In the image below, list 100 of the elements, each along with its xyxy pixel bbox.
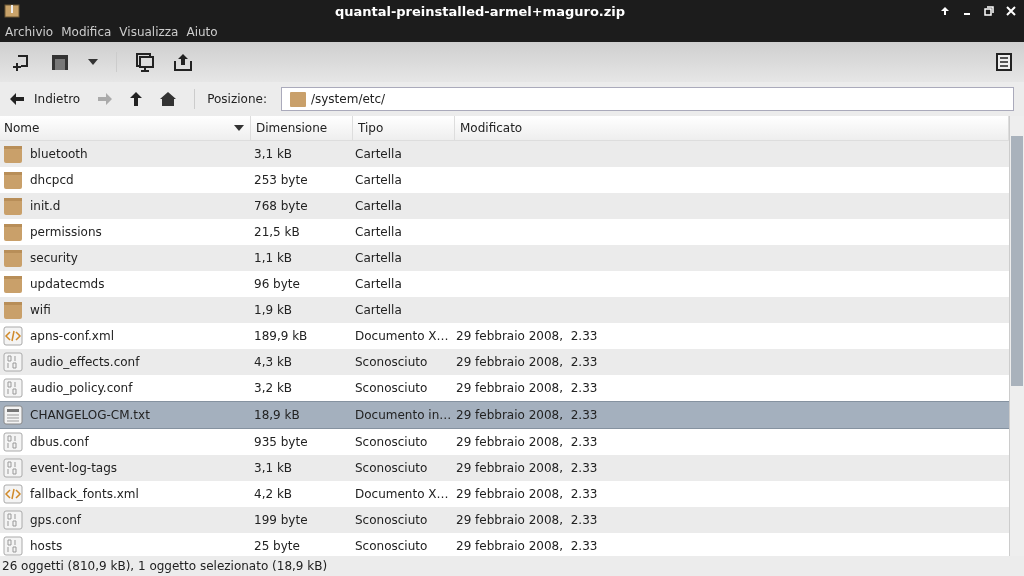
binary-file-icon (3, 458, 23, 478)
file-date: 29 febbraio 2008, 2.33 (456, 329, 598, 343)
xml-file-icon (3, 484, 23, 504)
file-row[interactable]: CHANGELOG-CM.txt 18,9 kB Documento in… 29 febbraio 2008, 2.33 (0, 401, 1009, 429)
file-name: audio_policy.conf (30, 381, 133, 395)
file-size: 935 byte (254, 435, 308, 449)
file-size: 253 byte (254, 173, 308, 187)
menu-item[interactable]: Modifica (61, 25, 112, 39)
file-name: updatecmds (30, 277, 105, 291)
file-date: 29 febbraio 2008, 2.33 (456, 513, 598, 527)
file-size: 25 byte (254, 539, 300, 553)
folder-icon (3, 196, 23, 216)
folder-icon (3, 248, 23, 268)
file-size: 3,2 kB (254, 381, 293, 395)
menu-item[interactable]: Archivio (5, 25, 54, 39)
menu-item[interactable]: Aiuto (186, 25, 218, 39)
sort-icon (234, 125, 244, 131)
file-size: 96 byte (254, 277, 300, 291)
folder-icon (3, 300, 23, 320)
file-type: Documento in… (355, 408, 451, 422)
file-date: 29 febbraio 2008, 2.33 (456, 381, 598, 395)
file-type: Cartella (355, 251, 402, 265)
file-name: event-log-tags (30, 461, 118, 475)
file-name: dhcpcd (30, 173, 74, 187)
status-text: 26 oggetti (810,9 kB), 1 oggetto selezionato (18,9 kB) (2, 559, 328, 573)
file-name: hosts (30, 539, 63, 553)
file-type: Documento X… (355, 487, 449, 501)
folder-icon (3, 170, 23, 190)
file-row[interactable]: gps.conf 199 byte Sconosciuto 29 febbraio 2008, 2.33 (0, 507, 1009, 533)
list-view-icon[interactable] (996, 53, 1012, 71)
file-size: 18,9 kB (254, 408, 300, 422)
folder-icon (3, 222, 23, 242)
folder-icon (3, 144, 23, 164)
file-size: 199 byte (254, 513, 308, 527)
file-size: 4,3 kB (254, 355, 293, 369)
column-header[interactable]: Dimensione (251, 116, 353, 140)
arrow-up-icon[interactable] (940, 6, 950, 16)
file-type: Sconosciuto (355, 381, 428, 395)
file-size: 3,1 kB (254, 147, 293, 161)
file-type: Cartella (355, 225, 402, 239)
file-row[interactable]: event-log-tags 3,1 kB Sconosciuto 29 febbraio 2008, 2.33 (0, 455, 1009, 481)
file-row[interactable]: audio_effects.conf 4,3 kB Sconosciuto 29 febbraio 2008, 2.33 (0, 349, 1009, 375)
file-type: Cartella (355, 303, 402, 317)
xml-file-icon (3, 326, 23, 346)
menu-item[interactable]: Visualizza (119, 25, 179, 39)
file-size: 189,9 kB (254, 329, 308, 343)
arrow-up-icon[interactable] (130, 92, 143, 106)
file-name: apns-conf.xml (30, 329, 114, 343)
window-title: quantal-preinstalled-armel+maguro.zip (333, 3, 627, 19)
file-size: 1,9 kB (254, 303, 293, 317)
file-size: 768 byte (254, 199, 308, 213)
file-type: Sconosciuto (355, 539, 428, 553)
file-type: Sconosciuto (355, 513, 428, 527)
location-field[interactable]: /system/etc/ (280, 87, 1014, 111)
location-label: Posizione: (207, 92, 267, 106)
file-name: wifi (30, 303, 51, 317)
file-name: CHANGELOG-CM.txt (30, 408, 150, 422)
file-size: 4,2 kB (254, 487, 293, 501)
binary-file-icon (3, 510, 23, 530)
folder-icon (289, 91, 306, 107)
file-row[interactable]: init.d 768 byte Cartella (0, 193, 1009, 219)
file-type: Sconosciuto (355, 355, 428, 369)
back-button[interactable]: Indietro (10, 92, 81, 106)
file-size: 21,5 kB (254, 225, 300, 239)
file-date: 29 febbraio 2008, 2.33 (456, 435, 598, 449)
file-type: Cartella (355, 173, 402, 187)
folder-icon (3, 274, 23, 294)
archive-icon (4, 3, 20, 19)
file-type: Sconosciuto (355, 461, 428, 475)
file-date: 29 febbraio 2008, 2.33 (456, 408, 598, 422)
restore-icon[interactable] (984, 6, 994, 16)
file-date: 29 febbraio 2008, 2.33 (456, 461, 598, 475)
file-type: Cartella (355, 199, 402, 213)
binary-file-icon (3, 378, 23, 398)
caret-icon[interactable] (88, 59, 98, 65)
binary-file-icon (3, 432, 23, 452)
file-type: Cartella (355, 147, 402, 161)
file-name: init.d (30, 199, 61, 213)
file-type: Documento X… (355, 329, 449, 343)
file-size: 1,1 kB (254, 251, 293, 265)
file-date: 29 febbraio 2008, 2.33 (456, 487, 598, 501)
file-size: 3,1 kB (254, 461, 293, 475)
column-header[interactable]: Tipo (353, 116, 455, 140)
file-date: 29 febbraio 2008, 2.33 (456, 539, 598, 553)
file-row[interactable]: bluetooth 3,1 kB Cartella (0, 141, 1009, 167)
text-file-icon (3, 405, 23, 425)
home-icon[interactable] (160, 92, 177, 106)
share-icon[interactable] (173, 52, 193, 72)
close-icon[interactable] (1006, 6, 1016, 16)
column-header[interactable]: Nome (0, 116, 251, 140)
file-row[interactable]: wifi 1,9 kB Cartella (0, 297, 1009, 323)
file-name: fallback_fonts.xml (30, 487, 139, 501)
file-name: security (30, 251, 78, 265)
binary-file-icon (3, 352, 23, 372)
file-row[interactable]: security 1,1 kB Cartella (0, 245, 1009, 271)
file-type: Sconosciuto (355, 435, 428, 449)
arrow-left-icon (10, 93, 24, 105)
file-name: dbus.conf (30, 435, 89, 449)
file-date: 29 febbraio 2008, 2.33 (456, 355, 598, 369)
file-name: gps.conf (30, 513, 82, 527)
